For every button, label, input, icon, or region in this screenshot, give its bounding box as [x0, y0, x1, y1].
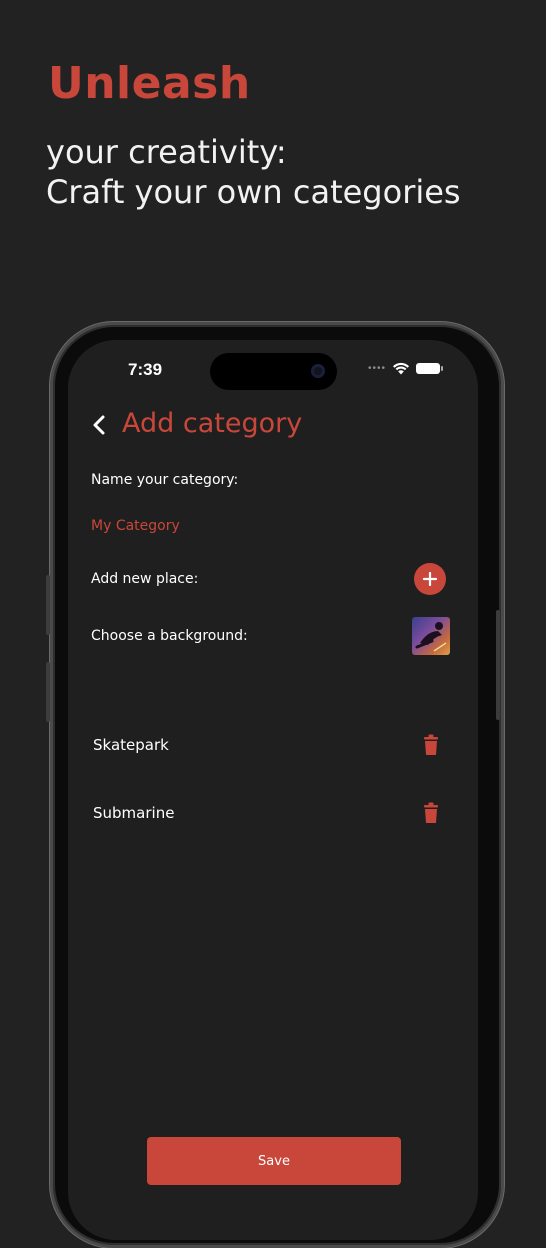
phone-power-button [496, 610, 500, 720]
place-name: Skatepark [93, 736, 169, 754]
plus-icon [423, 572, 437, 586]
promo-subtitle: your creativity: Craft your own categori… [46, 132, 461, 212]
promo-subtitle-line-1: your creativity: [46, 133, 287, 171]
place-name: Submarine [93, 804, 175, 822]
battery-icon [416, 363, 443, 374]
add-place-label: Add new place: [91, 571, 199, 587]
page-title: Add category [122, 408, 303, 439]
phone-side-button [46, 575, 50, 635]
camera-icon [311, 364, 325, 378]
category-name-input[interactable] [91, 515, 391, 537]
name-label: Name your category: [91, 472, 239, 488]
add-place-button[interactable] [414, 563, 446, 595]
wifi-icon [393, 362, 409, 375]
status-time: 7:39 [128, 360, 163, 379]
list-item: Skatepark [93, 730, 448, 760]
background-label: Choose a background: [91, 628, 248, 644]
promo-subtitle-line-2: Craft your own categories [46, 173, 461, 211]
background-thumbnail[interactable] [412, 617, 450, 655]
phone-side-button [46, 662, 50, 722]
dynamic-island [210, 353, 337, 390]
app-screen: 7:39 •••• Add category Name your categor… [68, 340, 478, 1240]
status-icons: •••• [367, 362, 443, 375]
trash-icon[interactable] [422, 734, 440, 756]
list-item: Submarine [93, 798, 448, 828]
trash-icon[interactable] [422, 802, 440, 824]
signal-dots-icon: •••• [367, 363, 386, 374]
promo-headline: Unleash [48, 58, 251, 109]
chevron-left-icon[interactable] [88, 410, 112, 440]
save-button[interactable]: Save [147, 1137, 401, 1185]
skater-silhouette-icon [415, 622, 447, 652]
